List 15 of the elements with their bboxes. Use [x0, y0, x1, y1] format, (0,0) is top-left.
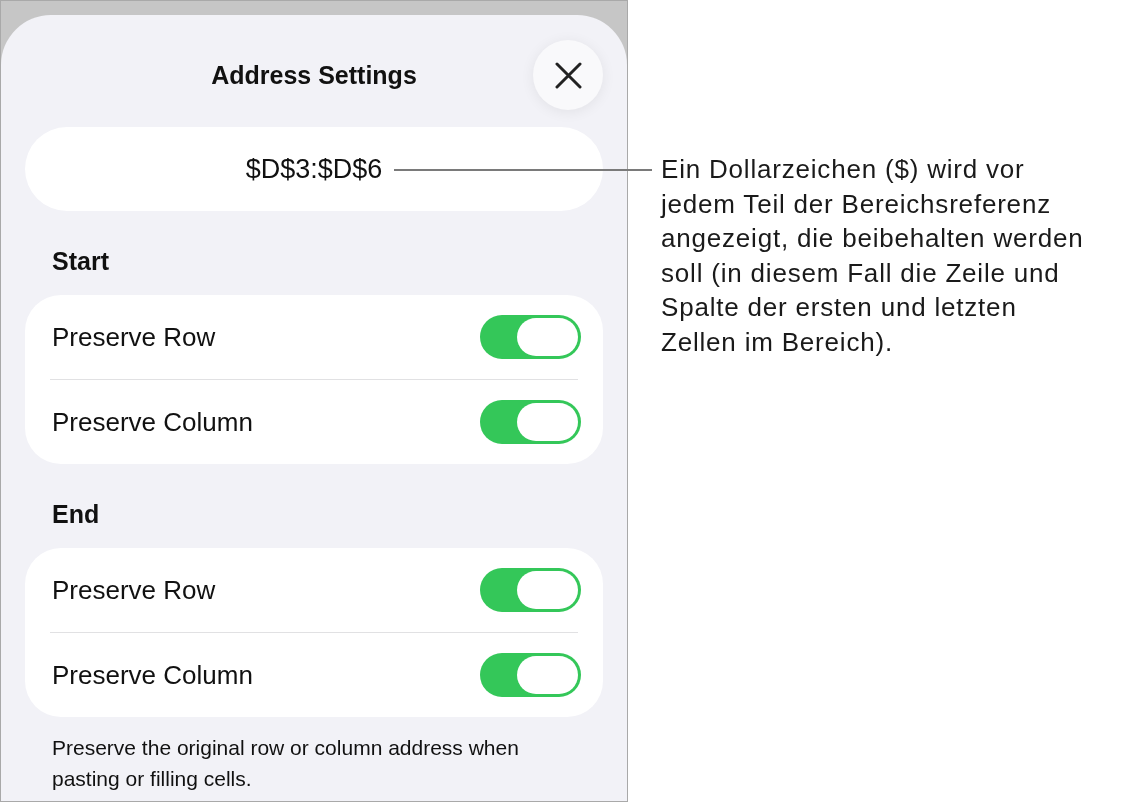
setting-label: Preserve Row	[52, 321, 216, 353]
toggle-switch[interactable]	[480, 400, 581, 444]
callout-text: Ein Dollarzeichen ($) wird vor jedem Teil der Bereichsreferenz angezeigt, die beibehalten werden soll (in diesem Fall die Zeile und Spalte der ersten und letzten Zellen im Bereich).	[661, 153, 1085, 359]
toggle-switch[interactable]	[480, 653, 581, 697]
setting-label: Preserve Row	[52, 574, 216, 606]
setting-label: Preserve Column	[52, 406, 253, 438]
sheet-title: Address Settings	[211, 60, 417, 90]
section-header: End	[51, 499, 100, 530]
footnote-text: Preserve the original row or column address when pasting or filling cells.	[51, 735, 520, 792]
address-field[interactable]: $D$3:$D$6	[25, 127, 603, 211]
setting-label: Preserve Column	[52, 659, 253, 691]
toggle-switch[interactable]	[480, 315, 581, 359]
close-icon	[554, 61, 582, 89]
section-header: Start	[51, 246, 109, 277]
toggle-switch[interactable]	[480, 568, 581, 612]
